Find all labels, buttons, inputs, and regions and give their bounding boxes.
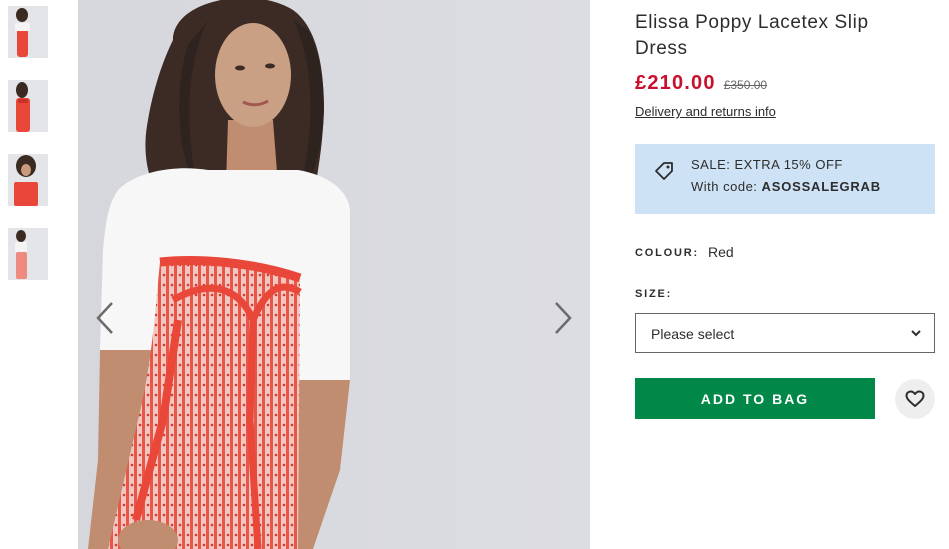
previous-price: £350.00: [723, 78, 768, 92]
product-title: Elissa Poppy Lacetex Slip Dress: [635, 12, 869, 59]
promo-headline: SALE: EXTRA 15% OFF: [691, 157, 843, 172]
thumbnail-strip: [8, 6, 48, 302]
size-label: SIZE:: [635, 288, 673, 300]
sale-promo-banner: SALE: EXTRA 15% OFF With code: ASOSSALEG…: [635, 144, 935, 214]
thumbnail-image: [8, 6, 48, 58]
size-select-value: Please select: [651, 326, 735, 342]
delivery-returns-link[interactable]: Delivery and returns info: [635, 104, 776, 119]
size-select[interactable]: Please select: [635, 313, 935, 353]
product-image-gallery: [78, 0, 590, 549]
colour-value: Red: [708, 244, 734, 260]
promo-code-prefix: With code:: [691, 179, 762, 194]
thumbnail-1[interactable]: [8, 6, 48, 58]
thumbnail-2[interactable]: [8, 80, 48, 132]
product-main-image: [78, 0, 590, 549]
thumbnail-3[interactable]: [8, 154, 48, 206]
current-price: £210.00: [635, 72, 716, 94]
heart-icon: [905, 390, 925, 407]
promo-code: ASOSSALEGRAB: [761, 179, 881, 194]
save-for-later-button[interactable]: [895, 379, 935, 419]
chevron-left-icon: [96, 302, 113, 334]
colour-label: COLOUR:: [635, 247, 699, 259]
thumbnail-4[interactable]: [8, 228, 48, 280]
add-to-bag-button[interactable]: ADD TO BAG: [635, 378, 875, 419]
next-image-button[interactable]: [548, 300, 578, 336]
chevron-down-icon: [911, 330, 921, 337]
thumbnail-image: [8, 228, 48, 280]
thumbnail-image: [8, 80, 48, 132]
previous-image-button[interactable]: [90, 300, 120, 336]
thumbnail-image: [8, 154, 48, 206]
chevron-right-icon: [555, 302, 572, 334]
price-row: £210.00 £350.00: [635, 72, 767, 95]
promo-code-line: With code: ASOSSALEGRAB: [691, 179, 881, 194]
price-tag-icon: [655, 162, 673, 180]
